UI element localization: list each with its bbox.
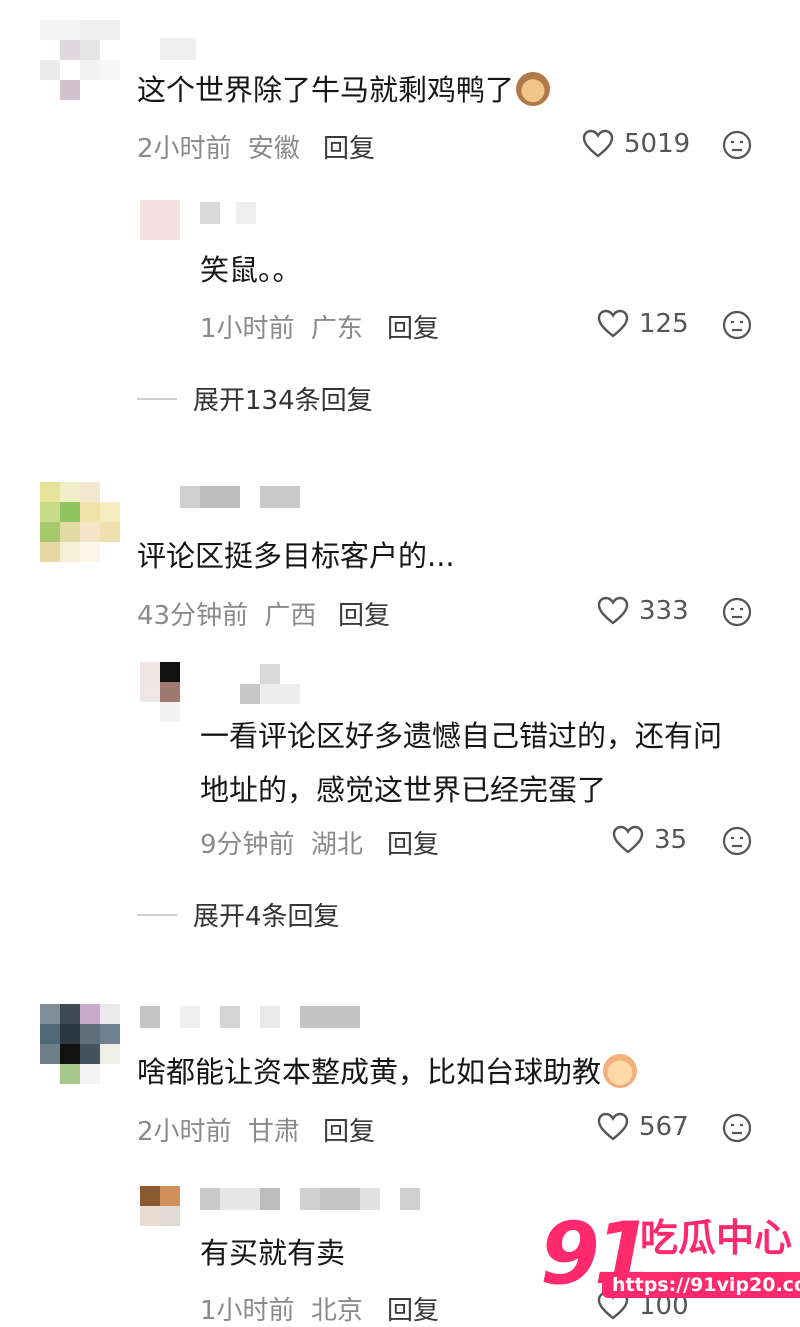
dislike-face-icon[interactable] [722,310,752,340]
avatar[interactable] [140,662,180,722]
like-button[interactable]: 125 [597,308,689,340]
expand-replies-button[interactable]: 展开134条回复 [137,380,373,417]
avatar[interactable] [40,1004,120,1084]
heart-outline-icon [612,825,644,854]
expand-label: 展开4条回复 [193,902,340,932]
reply-time: 1小时前 [200,1296,295,1326]
comment-location: 安徽 [247,134,300,164]
heart-outline-icon [597,596,629,625]
comment-meta: 2小时前 甘肃 [137,1111,300,1148]
comment-location: 甘肃 [247,1117,300,1147]
reply-button[interactable]: 回复 [338,595,390,632]
heart-outline-icon [597,1112,629,1141]
comment-time: 2小时前 [137,1117,232,1147]
comment-location: 广西 [264,601,317,631]
expand-replies-button[interactable]: 展开4条回复 [137,896,340,933]
reply-text-line: 一看评论区好多遗憾自己错过的，还有问 [200,719,723,753]
reply-button[interactable]: 回复 [323,1111,375,1148]
divider [137,397,177,400]
reply-meta: 1小时前 北京 [200,1290,363,1327]
avatar[interactable] [40,482,120,562]
divider [137,913,177,916]
reply-text-line: 地址的，感觉这世界已经完蛋了 [200,773,607,807]
reply-time: 9分钟前 [200,830,295,860]
like-count: 567 [639,1112,689,1142]
like-button[interactable]: 567 [597,1111,689,1143]
reply-location: 广东 [310,314,363,344]
avatar[interactable] [140,200,180,240]
watermark-url: https://91vip20.com [602,1272,800,1298]
expand-label: 展开134条回复 [193,386,373,416]
crying-laughing-emoji-icon [603,1054,638,1088]
watermark-title: 吃瓜中心 [640,1216,793,1260]
heart-outline-icon [582,129,614,158]
reply-location: 北京 [310,1296,363,1326]
avatar[interactable] [140,1186,180,1226]
reply-button[interactable]: 回复 [387,824,439,861]
reply-meta: 1小时前 广东 [200,308,363,345]
dislike-face-icon[interactable] [722,597,752,627]
reply-button[interactable]: 回复 [387,1290,439,1327]
reply-location: 湖北 [310,830,363,860]
like-count: 333 [639,596,689,626]
like-count: 5019 [624,129,691,159]
comment-meta: 43分钟前 广西 [137,595,316,632]
avatar[interactable] [40,20,120,100]
dislike-face-icon[interactable] [722,130,752,160]
reply-text: 一看评论区好多遗憾自己错过的，还有问 地址的，感觉这世界已经完蛋了 [200,712,722,814]
like-button[interactable]: 35 [612,824,687,856]
comment-time: 2小时前 [137,134,232,164]
reply-button[interactable]: 回复 [323,128,375,165]
like-count: 125 [639,309,689,339]
reply-text: 有买就有卖 [200,1236,346,1270]
reply-button[interactable]: 回复 [387,308,439,345]
comment-text: 这个世界除了牛马就剩鸡鸭了 [137,66,551,114]
dislike-face-icon[interactable] [722,826,752,856]
dog-emoji-icon [516,72,551,106]
reply-meta: 9分钟前 湖北 [200,824,363,861]
watermark-logo: 91 吃瓜中心 https://91vip20.com [540,1206,800,1314]
dislike-face-icon[interactable] [722,1113,752,1143]
like-button[interactable]: 333 [597,595,689,627]
like-button[interactable]: 5019 [582,128,690,160]
reply-time: 1小时前 [200,314,295,344]
like-count: 35 [654,825,688,855]
reply-text: 笑鼠。。 [200,253,302,287]
comment-time: 43分钟前 [137,601,249,631]
comment-text: 啥都能让资本整成黄，比如台球助教 [137,1048,638,1096]
comment-meta: 2小时前 安徽 [137,128,300,165]
comment-text: 评论区挺多目标客户的... [137,539,455,573]
heart-outline-icon [597,309,629,338]
